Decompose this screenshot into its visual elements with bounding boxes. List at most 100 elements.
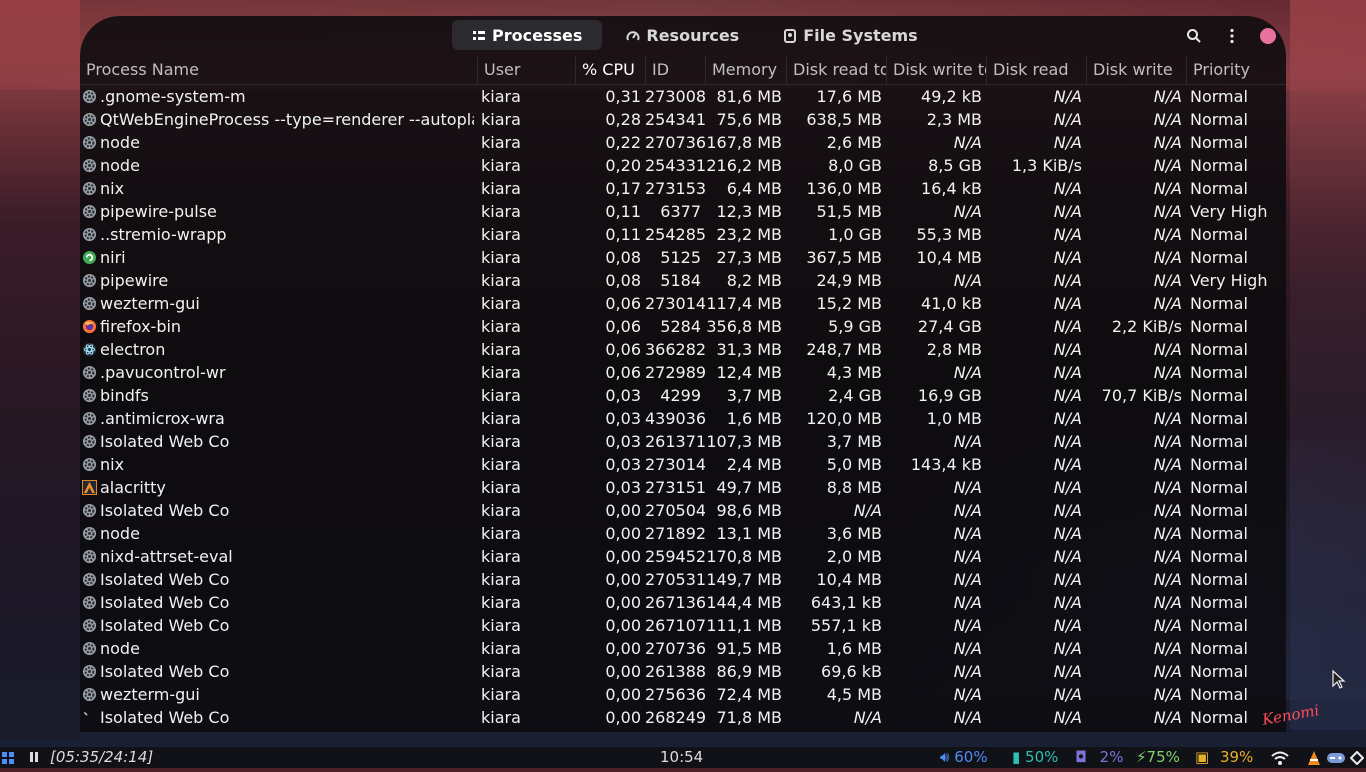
cell-process-name: ..stremio-wrapp (100, 225, 227, 244)
cell-disk-write-total: N/A (953, 363, 982, 382)
cell-process-name: .gnome-system-m (100, 87, 246, 106)
column-header-id[interactable]: ID (645, 56, 705, 84)
process-row[interactable]: nixd-attrset-eval kiara 0,00 259452 170,8 MB… (80, 545, 1286, 568)
cpu-indicator[interactable]: ◘ 2% (1075, 747, 1123, 768)
kebab-menu-icon (1230, 28, 1234, 44)
cell-disk-write: 70,7 KiB/s (1101, 386, 1182, 405)
process-row[interactable]: firefox-bin kiara 0,06 5284 356,8 MB 5,9 GB 27… (80, 315, 1286, 338)
cell-priority: Normal (1190, 179, 1248, 198)
column-header-user[interactable]: User (477, 56, 575, 84)
cell-disk-read-total: 15,2 MB (816, 294, 883, 313)
process-row[interactable]: Isolated Web Co kiara 0,03 261371 107,3 MB 3,… (80, 430, 1286, 453)
cell-disk-write: N/A (1153, 294, 1182, 313)
firefox-icon (82, 319, 97, 334)
gear-icon (82, 204, 97, 219)
process-row[interactable]: pipewire-pulse kiara 0,11 6377 12,3 MB 51,5 M… (80, 200, 1286, 223)
tab-processes[interactable]: Processes (452, 20, 603, 50)
process-row[interactable]: niri kiara 0,08 5125 27,3 MB 367,5 MB 10,4 MB N… (80, 246, 1286, 269)
process-row[interactable]: nix kiara 0,03 273014 2,4 MB 5,0 MB 143,4 kB N/… (80, 453, 1286, 476)
cell-disk-write-total: N/A (953, 202, 982, 221)
volume-indicator[interactable]: 🔊︎ 60% (940, 747, 988, 768)
column-header-priority[interactable]: Priority (1186, 56, 1286, 84)
cell-memory: 27,3 MB (716, 248, 783, 267)
gamepad-tray-icon[interactable] (1326, 747, 1346, 768)
memory-value: 50% (1025, 748, 1059, 766)
cell-process-name: nixd-attrset-eval (100, 547, 233, 566)
vlc-tray-icon[interactable] (1306, 747, 1322, 768)
process-row[interactable]: QtWebEngineProcess --type=renderer --aut… (80, 108, 1286, 131)
process-row[interactable]: wezterm-gui kiara 0,06 273014 117,4 MB 15,2 M… (80, 292, 1286, 315)
process-row[interactable]: bindfs kiara 0,03 4299 3,7 MB 2,4 GB 16,9 GB N/… (80, 384, 1286, 407)
cell-user: kiara (481, 409, 521, 428)
process-row[interactable]: electron kiara 0,06 366282 31,3 MB 248,7 MB 2,… (80, 338, 1286, 361)
cell-disk-read: N/A (1053, 478, 1082, 497)
process-row[interactable]: node kiara 0,20 254331 216,2 MB 8,0 GB 8,5 GB 1… (80, 154, 1286, 177)
workspace-grid-icon[interactable] (2, 747, 14, 768)
clock[interactable]: 10:54 (660, 747, 703, 768)
cell-user: kiara (481, 501, 521, 520)
process-row[interactable]: Isolated Web Co kiara 0,00 268249 71,8 MB N/A… (80, 706, 1286, 729)
tab-file-systems[interactable]: File Systems (763, 20, 938, 50)
process-row[interactable]: .antimicrox-wra kiara 0,03 439036 1,6 MB 120,… (80, 407, 1286, 430)
cell-disk-read-total: 136,0 MB (806, 179, 882, 198)
cell-id: 273014 (645, 294, 705, 313)
cell-disk-read-total: 120,0 MB (806, 409, 882, 428)
column-header-disk-write-total[interactable]: Disk write to (886, 56, 986, 84)
cell-disk-read-total: 248,7 MB (806, 340, 882, 359)
process-row[interactable]: wezterm-gui kiara 0,00 275636 72,4 MB 4,5 MB N… (80, 683, 1286, 706)
cell-disk-read-total: 2,4 GB (828, 386, 882, 405)
gear-icon (82, 411, 97, 426)
column-header-disk-read[interactable]: Disk read (986, 56, 1086, 84)
process-row[interactable]: .gnome-system-m kiara 0,31 273008 81,6 MB 17,… (80, 85, 1286, 108)
cell-disk-read: N/A (1053, 225, 1082, 244)
brightness-indicator[interactable]: ▣ 39% (1195, 747, 1253, 768)
process-row[interactable]: alacritty kiara 0,03 273151 49,7 MB 8,8 MB N/A… (80, 476, 1286, 499)
process-row[interactable]: node kiara 0,00 271892 13,1 MB 3,6 MB N/A N/A N/… (80, 522, 1286, 545)
cell-user: kiara (481, 662, 521, 681)
column-header-process-name[interactable]: Process Name (80, 56, 477, 84)
gear-icon (82, 457, 97, 472)
cell-disk-write: N/A (1153, 248, 1182, 267)
main-menu-button[interactable] (1220, 24, 1244, 48)
process-row[interactable]: ..stremio-wrapp kiara 0,11 254285 23,2 MB 1,0… (80, 223, 1286, 246)
gear-icon (82, 641, 97, 656)
wifi-icon[interactable] (1270, 747, 1290, 768)
diamond-tray-icon[interactable] (1349, 747, 1365, 768)
memory-indicator[interactable]: ▮ 50% (1012, 747, 1058, 768)
media-pause-button[interactable] (29, 747, 39, 768)
process-row[interactable]: node kiara 0,22 270736 167,8 MB 2,6 MB N/A N/A N… (80, 131, 1286, 154)
process-row[interactable]: .pavucontrol-wr kiara 0,06 272989 12,4 MB 4,3… (80, 361, 1286, 384)
process-row[interactable]: Isolated Web Co kiara 0,00 270531 149,7 MB 10… (80, 568, 1286, 591)
cell-disk-write: N/A (1153, 340, 1182, 359)
cell-priority: Normal (1190, 225, 1248, 244)
process-row[interactable]: Isolated Web Co kiara 0,00 267107 111,1 MB 55… (80, 614, 1286, 637)
cell-priority: Normal (1190, 593, 1248, 612)
column-header-memory[interactable]: Memory (705, 56, 786, 84)
tab-resources[interactable]: Resources (606, 20, 759, 50)
cell-priority: Normal (1190, 524, 1248, 543)
search-button[interactable] (1182, 24, 1206, 48)
cell-memory: 91,5 MB (716, 639, 783, 658)
cell-disk-write-total: 55,3 MB (916, 225, 983, 244)
gear-icon (82, 89, 97, 104)
process-row[interactable]: nix kiara 0,17 273153 6,4 MB 136,0 MB 16,4 kB N… (80, 177, 1286, 200)
process-row[interactable]: Isolated Web Co kiara 0,00 270504 98,6 MB N/A… (80, 499, 1286, 522)
close-window-button[interactable] (1260, 28, 1276, 44)
battery-indicator[interactable]: ⚡︎75% (1136, 747, 1180, 768)
column-header-disk-write[interactable]: Disk write (1086, 56, 1186, 84)
view-switcher: Processes Resources File Systems (452, 20, 938, 50)
cell-process-name: Isolated Web Co (100, 593, 230, 612)
process-row[interactable]: pipewire kiara 0,08 5184 8,2 MB 24,9 MB N/A N/A… (80, 269, 1286, 292)
cell-disk-write: N/A (1153, 225, 1182, 244)
cell-memory: 12,3 MB (716, 202, 783, 221)
cell-disk-read: N/A (1053, 616, 1082, 635)
cell-id: 270736 (645, 639, 705, 658)
cell-cpu: 0,28 (605, 110, 641, 129)
column-header-disk-read-total[interactable]: Disk read to (786, 56, 886, 84)
column-header-cpu[interactable]: % CPU (575, 56, 645, 84)
cell-disk-read: N/A (1053, 639, 1082, 658)
cell-priority: Normal (1190, 478, 1248, 497)
process-row[interactable]: Isolated Web Co kiara 0,00 261388 86,9 MB 69,… (80, 660, 1286, 683)
process-row[interactable]: Isolated Web Co kiara 0,00 267136 144,4 MB 64… (80, 591, 1286, 614)
process-row[interactable]: node kiara 0,00 270736 91,5 MB 1,6 MB N/A N/A N/… (80, 637, 1286, 660)
